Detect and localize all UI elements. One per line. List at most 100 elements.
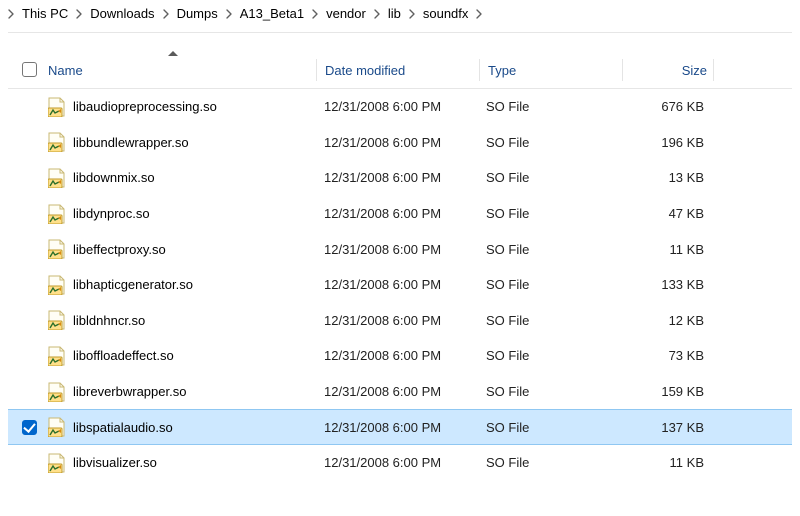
- file-row[interactable]: liboffloadeffect.so12/31/2008 6:00 PMSO …: [8, 338, 792, 374]
- breadcrumb-segment[interactable]: lib: [386, 6, 403, 21]
- file-icon: [48, 239, 65, 259]
- chevron-right-icon[interactable]: [403, 9, 421, 19]
- file-icon: [48, 168, 65, 188]
- file-name-label: libbundlewrapper.so: [73, 135, 189, 150]
- file-row[interactable]: libdynproc.so 12/31/2008 6:00 PMSO File47…: [8, 196, 792, 232]
- file-name-cell[interactable]: libdownmix.so: [48, 168, 316, 188]
- file-row[interactable]: libaudiopreprocessing.so12/31/2008 6:00 …: [8, 89, 792, 125]
- file-name-cell[interactable]: libreverbwrapper.so: [48, 382, 316, 402]
- file-name-label: libeffectproxy.so: [73, 242, 166, 257]
- chevron-right-icon[interactable]: [70, 9, 88, 19]
- file-name-label: libaudiopreprocessing.so: [73, 99, 217, 114]
- row-checkbox-cell[interactable]: [22, 455, 48, 470]
- file-type-cell: SO File: [478, 455, 620, 470]
- column-header-date-label: Date modified: [325, 63, 405, 78]
- row-checkbox-cell[interactable]: [22, 206, 48, 221]
- file-date-cell: 12/31/2008 6:00 PM: [316, 206, 478, 221]
- file-name-cell[interactable]: libvisualizer.so: [48, 453, 316, 473]
- row-checkbox-cell[interactable]: [22, 135, 48, 150]
- file-date-cell: 12/31/2008 6:00 PM: [316, 135, 478, 150]
- file-name-cell[interactable]: libhapticgenerator.so: [48, 275, 316, 295]
- file-name-cell[interactable]: libaudiopreprocessing.so: [48, 97, 316, 117]
- breadcrumb-segment[interactable]: Downloads: [88, 6, 156, 21]
- file-date-cell: 12/31/2008 6:00 PM: [316, 348, 478, 363]
- file-name-cell[interactable]: libspatialaudio.so: [48, 417, 316, 437]
- chevron-right-icon[interactable]: [157, 9, 175, 19]
- file-row[interactable]: libreverbwrapper.so12/31/2008 6:00 PMSO …: [8, 374, 792, 410]
- file-size-cell: 159 KB: [620, 384, 710, 399]
- row-checkbox-cell[interactable]: [22, 313, 48, 328]
- file-name-label: libspatialaudio.so: [73, 420, 173, 435]
- file-type-cell: SO File: [478, 242, 620, 257]
- row-checkbox-cell[interactable]: [22, 170, 48, 185]
- file-icon: [48, 132, 65, 152]
- file-icon: [48, 346, 65, 366]
- file-date-cell: 12/31/2008 6:00 PM: [316, 313, 478, 328]
- chevron-right-icon[interactable]: [2, 9, 20, 19]
- column-header-type[interactable]: Type: [480, 61, 622, 78]
- file-size-cell: 11 KB: [620, 455, 710, 470]
- file-type-cell: SO File: [478, 135, 620, 150]
- file-date-cell: 12/31/2008 6:00 PM: [316, 455, 478, 470]
- chevron-right-icon[interactable]: [306, 9, 324, 19]
- breadcrumb-segment[interactable]: soundfx: [421, 6, 471, 21]
- select-all-cell[interactable]: [22, 62, 48, 77]
- chevron-right-icon[interactable]: [220, 9, 238, 19]
- select-all-checkbox[interactable]: [22, 62, 37, 77]
- row-checkbox-cell[interactable]: [22, 348, 48, 363]
- file-type-cell: SO File: [478, 384, 620, 399]
- file-name-cell[interactable]: liboffloadeffect.so: [48, 346, 316, 366]
- file-row[interactable]: libdownmix.so12/31/2008 6:00 PMSO File13…: [8, 160, 792, 196]
- file-size-cell: 676 KB: [620, 99, 710, 114]
- file-type-cell: SO File: [478, 420, 620, 435]
- breadcrumb-segment[interactable]: This PC: [20, 6, 70, 21]
- file-name-label: libvisualizer.so: [73, 455, 157, 470]
- file-type-cell: SO File: [478, 348, 620, 363]
- file-date-cell: 12/31/2008 6:00 PM: [316, 420, 478, 435]
- file-type-cell: SO File: [478, 170, 620, 185]
- file-row[interactable]: libvisualizer.so 12/31/2008 6:00 PMSO Fil…: [8, 445, 792, 481]
- column-header-date[interactable]: Date modified: [317, 61, 479, 78]
- chevron-right-icon[interactable]: [368, 9, 386, 19]
- row-checkbox-cell[interactable]: [22, 277, 48, 292]
- column-header-name[interactable]: Name: [48, 61, 316, 78]
- file-name-label: libldnhncr.so: [73, 313, 145, 328]
- row-checkbox[interactable]: [22, 420, 37, 435]
- file-date-cell: 12/31/2008 6:00 PM: [316, 170, 478, 185]
- row-checkbox-cell[interactable]: [22, 384, 48, 399]
- breadcrumb-segment[interactable]: Dumps: [175, 6, 220, 21]
- row-checkbox-cell[interactable]: [22, 420, 48, 435]
- file-icon: [48, 453, 65, 473]
- file-size-cell: 196 KB: [620, 135, 710, 150]
- file-size-cell: 137 KB: [620, 420, 710, 435]
- file-name-cell[interactable]: libdynproc.so: [48, 204, 316, 224]
- file-date-cell: 12/31/2008 6:00 PM: [316, 384, 478, 399]
- column-header-size[interactable]: Size: [623, 61, 713, 78]
- file-row[interactable]: libldnhncr.so 12/31/2008 6:00 PMSO File12…: [8, 303, 792, 339]
- chevron-right-icon[interactable]: [470, 9, 488, 19]
- file-date-cell: 12/31/2008 6:00 PM: [316, 242, 478, 257]
- breadcrumb-segment[interactable]: vendor: [324, 6, 368, 21]
- file-type-cell: SO File: [478, 313, 620, 328]
- file-size-cell: 47 KB: [620, 206, 710, 221]
- file-name-cell[interactable]: libeffectproxy.so: [48, 239, 316, 259]
- file-type-cell: SO File: [478, 206, 620, 221]
- breadcrumb[interactable]: This PC Downloads Dumps A13_Beta1 vendor lib s…: [0, 0, 800, 28]
- file-name-label: libhapticgenerator.so: [73, 277, 193, 292]
- breadcrumb-segment[interactable]: A13_Beta1: [238, 6, 306, 21]
- file-size-cell: 12 KB: [620, 313, 710, 328]
- column-header-size-label: Size: [682, 63, 707, 78]
- file-name-cell[interactable]: libbundlewrapper.so: [48, 132, 316, 152]
- file-row[interactable]: libspatialaudio.so 12/31/2008 6:00 PMSO F…: [8, 409, 792, 445]
- row-checkbox-cell[interactable]: [22, 242, 48, 257]
- row-checkbox-cell[interactable]: [22, 99, 48, 114]
- file-type-cell: SO File: [478, 277, 620, 292]
- divider: [8, 32, 792, 33]
- file-row[interactable]: libeffectproxy.so 12/31/2008 6:00 PMSO Fi…: [8, 231, 792, 267]
- file-date-cell: 12/31/2008 6:00 PM: [316, 277, 478, 292]
- column-header-name-label: Name: [48, 63, 83, 78]
- file-name-cell[interactable]: libldnhncr.so: [48, 310, 316, 330]
- file-name-label: libdynproc.so: [73, 206, 150, 221]
- file-row[interactable]: libbundlewrapper.so 12/31/2008 6:00 PMSO …: [8, 125, 792, 161]
- file-row[interactable]: libhapticgenerator.so 12/31/2008 6:00 PMS…: [8, 267, 792, 303]
